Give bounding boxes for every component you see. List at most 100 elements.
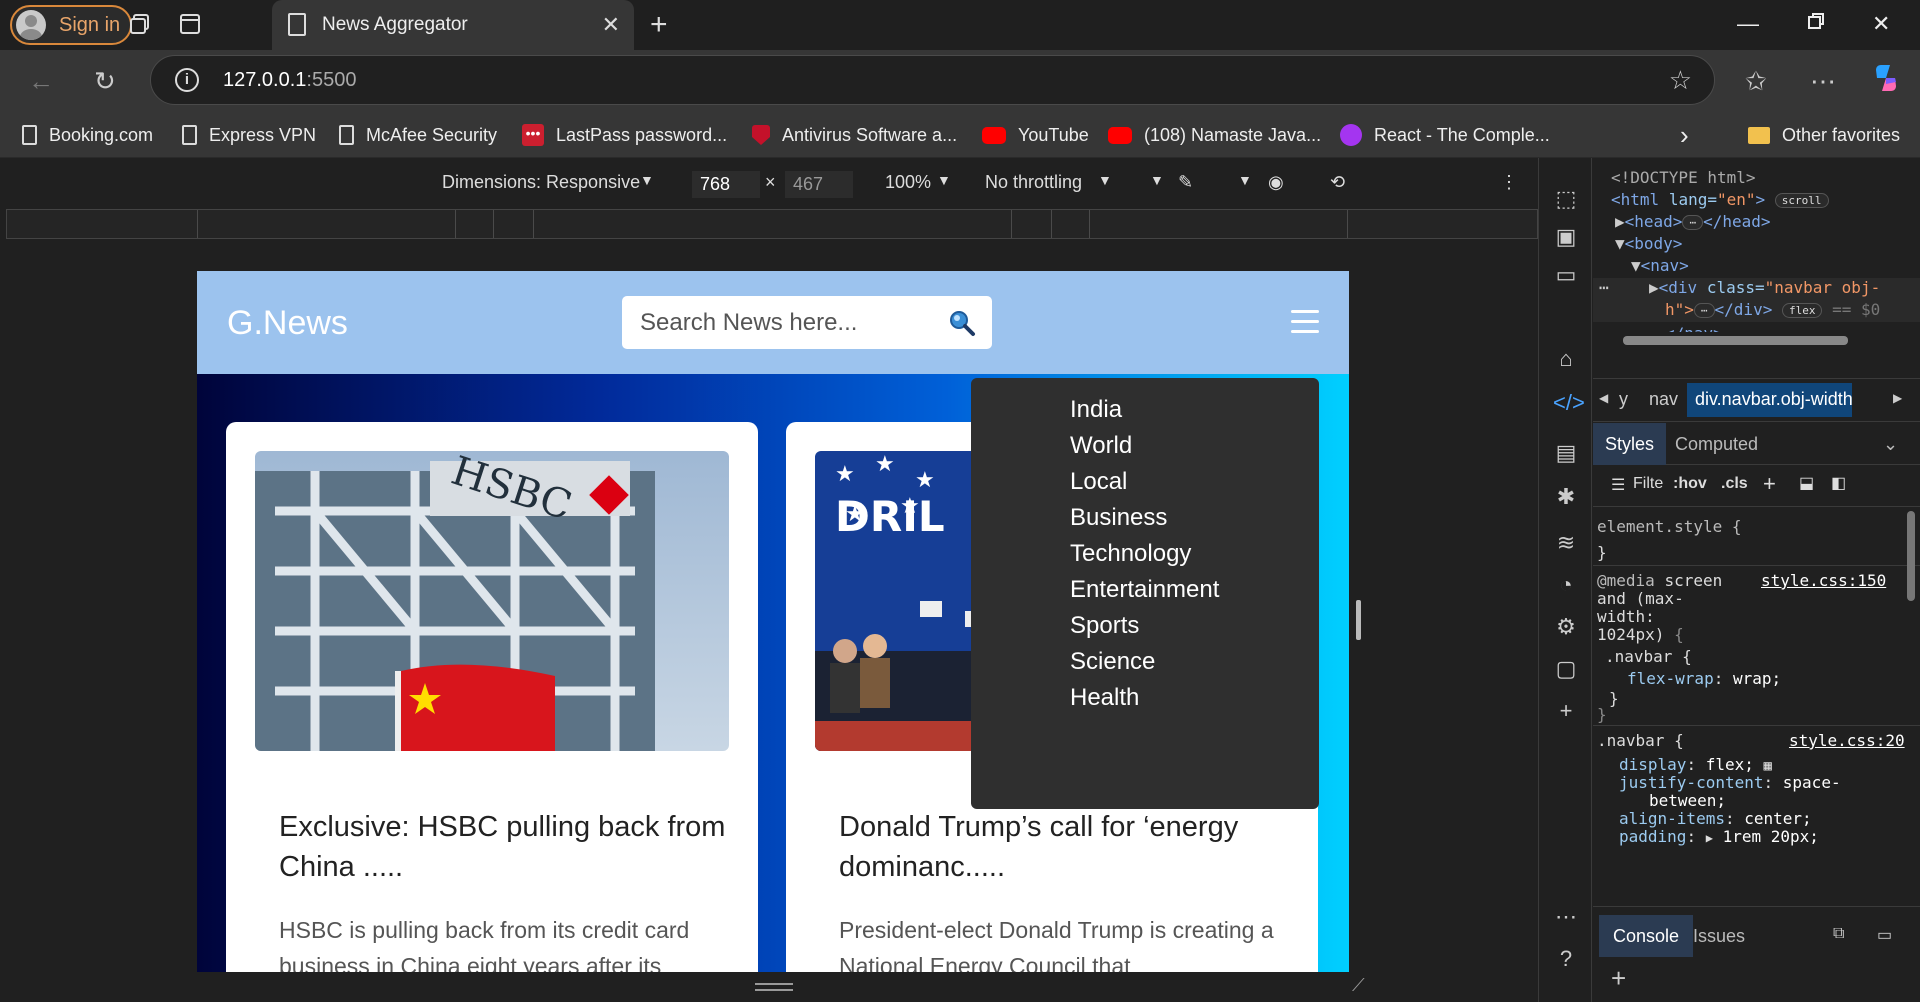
more-menu-icon[interactable]: ⋯ — [1810, 66, 1838, 97]
menu-item-business[interactable]: Business — [1070, 504, 1167, 532]
css-declaration[interactable]: align-items: center; — [1619, 809, 1812, 828]
close-window-icon[interactable]: ✕ — [1872, 11, 1890, 37]
bookmark-booking[interactable]: Booking.com — [22, 123, 153, 147]
drawer-dock-icon[interactable]: ▭ — [1877, 925, 1892, 945]
flexbox-editor-icon[interactable]: ▦ — [1764, 758, 1772, 774]
css-declaration[interactable]: display: flex; ▦ — [1619, 755, 1772, 774]
search-input[interactable]: Search News here... — [622, 296, 992, 349]
media-rule[interactable]: @media screen — [1597, 571, 1722, 590]
filter-input[interactable]: Filte — [1633, 475, 1663, 493]
hamburger-menu-icon[interactable] — [1291, 310, 1319, 334]
dimensions-dropdown[interactable]: Dimensions: Responsive — [442, 172, 640, 193]
dom-selected-div[interactable]: ⋯ ▶<div class="navbar obj- h"> ⋯ </div> fl… — [1593, 278, 1920, 322]
ruler-mark[interactable] — [455, 210, 456, 238]
more-tools-icon[interactable]: + — [1553, 698, 1579, 724]
breadcrumb-scroll-right-icon[interactable]: ▶ — [1893, 391, 1902, 405]
bookmark-antivirus[interactable]: Antivirus Software a... — [752, 123, 957, 147]
ruler-mark[interactable] — [493, 210, 494, 238]
cls-toggle[interactable]: .cls — [1721, 475, 1748, 493]
dom-head[interactable]: ▶<head> ⋯ </head> — [1615, 212, 1771, 231]
new-rule-icon[interactable]: + — [1763, 471, 1776, 497]
dom-html[interactable]: <html lang="en"> scroll — [1611, 190, 1829, 209]
horizontal-scrollbar[interactable] — [1623, 336, 1848, 345]
tab-computed[interactable]: Computed — [1663, 423, 1770, 465]
workspaces-icon[interactable] — [127, 12, 153, 38]
menu-item-local[interactable]: Local — [1070, 468, 1127, 496]
menu-item-technology[interactable]: Technology — [1070, 540, 1191, 568]
menu-item-world[interactable]: World — [1070, 432, 1132, 460]
signin-button[interactable]: Sign in — [10, 5, 132, 45]
memory-icon[interactable]: ⚙ — [1553, 614, 1579, 640]
css-declaration[interactable]: flex-wrap: wrap; — [1627, 669, 1781, 688]
help-icon[interactable]: ? — [1553, 946, 1579, 972]
expand-icon[interactable]: ▶ — [1706, 831, 1713, 845]
application-icon[interactable]: ▢ — [1553, 656, 1579, 682]
inspect-icon[interactable]: ⬚ — [1553, 186, 1579, 212]
ruler-mark[interactable] — [1089, 210, 1090, 238]
performance-icon[interactable]: ◔ — [1553, 572, 1579, 598]
source-link[interactable]: style.css:150 — [1761, 571, 1886, 590]
css-selector[interactable]: .navbar { — [1605, 647, 1692, 666]
other-favorites[interactable]: Other favorites — [1748, 123, 1900, 147]
css-selector[interactable]: .navbar { — [1597, 731, 1684, 750]
network-icon[interactable]: ≋ — [1553, 530, 1579, 556]
url-text[interactable]: 127.0.0.1:5500 — [223, 69, 356, 92]
tab-actions-icon[interactable] — [177, 12, 203, 38]
site-info-icon[interactable]: i — [175, 68, 199, 92]
chevron-down-icon[interactable]: ▼ — [1150, 172, 1164, 188]
bookmark-youtube[interactable]: YouTube — [982, 123, 1089, 147]
hov-toggle[interactable]: :hov — [1673, 475, 1707, 493]
chevron-down-icon[interactable]: ▼ — [1098, 172, 1112, 188]
news-card[interactable]: HSBC Exclusive: HSBC pulling back from C… — [226, 422, 758, 972]
bookmarks-overflow-icon[interactable]: › — [1680, 120, 1689, 150]
breadcrumb-item[interactable]: y — [1619, 389, 1628, 410]
tab-issues[interactable]: Issues — [1679, 915, 1759, 957]
add-drawer-tab-icon[interactable]: + — [1611, 963, 1626, 994]
minimize-icon[interactable]: — — [1737, 11, 1759, 37]
menu-item-india[interactable]: India — [1070, 396, 1122, 424]
paint-brush-icon[interactable]: ⬓ — [1799, 473, 1814, 493]
menu-item-health[interactable]: Health — [1070, 684, 1139, 712]
console-icon[interactable]: ▤ — [1553, 440, 1579, 466]
chevron-down-icon[interactable]: ▼ — [640, 172, 654, 188]
width-input[interactable]: 768 — [692, 171, 760, 198]
viewport-width-resize-handle[interactable] — [1356, 600, 1361, 640]
back-icon[interactable]: ← — [28, 66, 54, 97]
more-options-icon[interactable]: ⋮ — [1500, 172, 1518, 193]
scroll-badge[interactable]: scroll — [1774, 193, 1829, 208]
close-tab-icon[interactable]: ✕ — [602, 12, 620, 38]
element-style-rule[interactable]: element.style { — [1597, 517, 1742, 536]
bookmark-lastpass[interactable]: ••• LastPass password... — [522, 123, 727, 147]
ruler-mark[interactable] — [197, 210, 198, 238]
news-title[interactable]: Exclusive: HSBC pulling back from China … — [279, 807, 729, 887]
search-icon[interactable] — [948, 309, 975, 336]
bookmark-namaste-java[interactable]: (108) Namaste Java... — [1108, 123, 1321, 147]
favorites-icon[interactable]: ✩ — [1745, 66, 1767, 97]
menu-item-science[interactable]: Science — [1070, 648, 1155, 676]
welcome-home-icon[interactable]: ⌂ — [1553, 346, 1579, 372]
dom-nav-close[interactable]: </nav> — [1665, 324, 1723, 332]
url-bar[interactable]: i 127.0.0.1:5500 ☆ — [150, 55, 1715, 105]
news-title[interactable]: Donald Trump’s call for ‘energy dominanc… — [839, 807, 1289, 887]
undock-drawer-icon[interactable]: ⧉ — [1833, 925, 1844, 943]
sidebar-toggle-icon[interactable]: ◧ — [1831, 473, 1846, 493]
bookmark-express-vpn[interactable]: Express VPN — [182, 123, 316, 147]
height-input[interactable]: 467 — [785, 171, 853, 198]
eyedropper-icon[interactable]: ✎ — [1178, 172, 1193, 193]
breadcrumb-item-selected[interactable]: div.navbar.obj-width — [1687, 383, 1853, 417]
device-emulation-icon[interactable]: ▣ — [1553, 224, 1579, 250]
source-link[interactable]: style.css:20 — [1789, 731, 1905, 750]
dom-nav[interactable]: ▼<nav> — [1631, 256, 1689, 275]
css-declaration[interactable]: padding: ▶ 1rem 20px; — [1619, 827, 1819, 846]
ruler-mark[interactable] — [533, 210, 534, 238]
chevron-down-icon[interactable]: ⌄ — [1871, 423, 1910, 465]
elements-icon[interactable]: </> — [1553, 390, 1585, 416]
site-logo[interactable]: G.News — [227, 304, 348, 343]
bookmark-mcafee[interactable]: McAfee Security — [339, 123, 497, 147]
sources-bug-icon[interactable]: ✱ — [1553, 484, 1579, 510]
css-declaration[interactable]: justify-content: space- — [1619, 773, 1841, 792]
ruler-mark[interactable] — [1051, 210, 1052, 238]
favorite-star-icon[interactable]: ☆ — [1669, 65, 1692, 96]
copilot-icon[interactable] — [1870, 62, 1902, 101]
flex-badge[interactable]: flex — [1781, 303, 1823, 318]
